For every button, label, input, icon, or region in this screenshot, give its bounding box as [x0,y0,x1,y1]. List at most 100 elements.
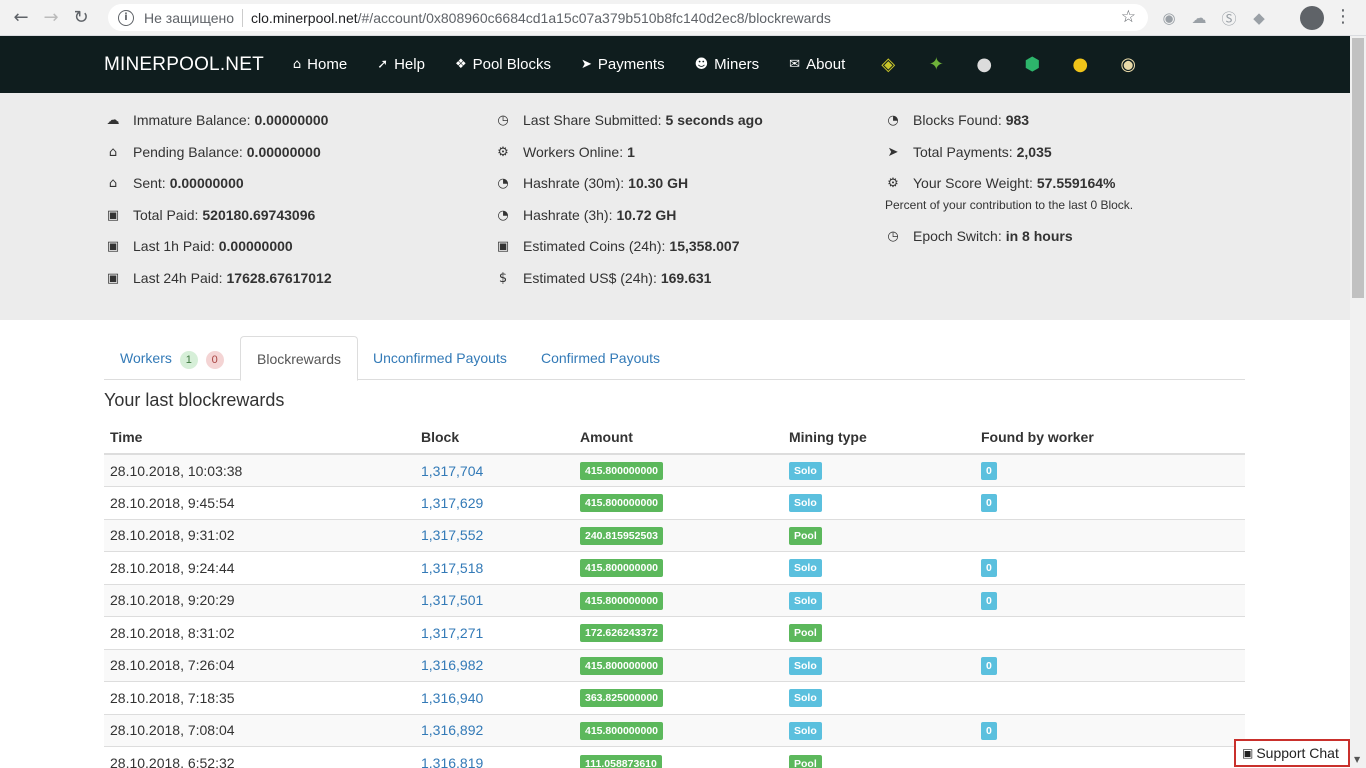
stat-label: Pending Balance: [133,144,243,160]
worker-label: 0 [981,721,997,740]
cell-block-link[interactable]: 1,316,940 [415,681,574,714]
stat-value: in 8 hours [1005,228,1073,244]
cell-found-by-worker: 0 [975,486,1245,519]
cell-amount: 415.800000000 [574,713,783,747]
cell-mining-type: Pool [783,616,975,649]
tab-workers[interactable]: Workers 1 0 [104,336,240,380]
dashboard-icon: ◔ [887,112,899,128]
cell-amount: 363.825000000 [574,681,783,714]
reload-icon[interactable]: ↻ [66,3,96,33]
gears-icon: ⚙ [887,175,899,191]
url-separator [242,8,243,27]
coin-yellow-icon[interactable]: ● [1068,53,1092,77]
cell-time: 28.10.2018, 7:26:04 [104,648,415,682]
account-stats-panel: ☁ Immature Balance: 0.00000000 ⌂ Pending Ba… [0,93,1350,320]
scrollbar-thumb[interactable] [1352,38,1364,298]
nav-home[interactable]: ⌂ Home [278,56,362,73]
cell-block-link[interactable]: 1,317,629 [415,486,574,519]
cloud-extension-icon[interactable]: ☁ [1188,7,1210,29]
nav-pool-blocks[interactable]: ❖ Pool Blocks [440,56,566,73]
money-icon: ▣ [496,238,510,254]
cell-mining-type: Solo [783,648,975,682]
cell-block-link[interactable]: 1,316,892 [415,713,574,747]
stat-label: Workers Online: [523,144,624,160]
extension-icon[interactable]: ◉ [1158,7,1180,29]
coin-whale-icon[interactable]: ● [972,53,996,77]
cell-found-by-worker [975,616,1245,649]
stat-value: 0.00000000 [246,144,321,160]
scroll-down-arrow-icon[interactable]: ▼ [1354,755,1360,764]
account-tabs: Workers 1 0 Blockrewards Unconfirmed Pay… [104,336,1245,381]
amount-label: 363.825000000 [580,689,663,708]
cell-found-by-worker [975,681,1245,714]
tab-workers-label: Workers [120,350,172,366]
worker-label: 0 [981,559,997,578]
nav-help[interactable]: ➚ Help [362,56,440,73]
coin-star-icon[interactable]: ✦ [924,53,948,77]
stat-label: Immature Balance: [133,112,251,128]
main-content: Workers 1 0 Blockrewards Unconfirmed Pay… [0,320,1350,768]
skype-extension-icon[interactable]: Ⓢ [1218,7,1240,29]
tab-confirmed-payouts[interactable]: Confirmed Payouts [525,336,676,380]
cell-block-link[interactable]: 1,317,501 [415,583,574,617]
tab-blockrewards[interactable]: Blockrewards [240,336,359,381]
stat-value: 2,035 [1016,144,1052,160]
score-weight-note: Percent of your contribution to the last… [885,198,1134,212]
cloud-icon: ☁ [106,112,120,128]
stat-epoch-switch: ◷ Epoch Switch: in 8 hours [884,228,1073,244]
table-row: 28.10.2018, 7:08:04 1,316,892 415.80000000… [104,713,1245,747]
cell-block-link[interactable]: 1,316,982 [415,648,574,682]
nav-about[interactable]: ✉ About [774,56,860,73]
cubes-icon: ❖ [454,57,467,72]
stat-label: Estimated US$ (24h): [523,270,657,286]
tab-unconfirmed-payouts[interactable]: Unconfirmed Payouts [357,336,523,380]
cell-time: 28.10.2018, 9:24:44 [104,551,415,584]
page-scrollbar[interactable]: ▼ [1350,36,1366,768]
cell-mining-type: Solo [783,583,975,617]
clock-icon: ◷ [887,228,899,244]
nav-miners-label: Miners [714,56,760,73]
address-bar[interactable]: i Не защищено clo.minerpool.net/#/accoun… [108,4,1148,31]
col-header-amount: Amount [574,420,783,455]
table-row: 28.10.2018, 9:31:02 1,317,552 240.81595250… [104,518,1245,552]
shield-extension-icon[interactable]: ◆ [1248,7,1270,29]
url-text[interactable]: clo.minerpool.net/#/account/0x808960c668… [251,10,831,26]
url-path: /#/account/0x808960c6684cd1a15c07a379b51… [357,9,831,26]
cell-block-link[interactable]: 1,316,819 [415,746,574,768]
cell-block-link[interactable]: 1,317,552 [415,518,574,552]
site-brand[interactable]: MINERPOOL.NET [104,54,264,76]
cell-block-link[interactable]: 1,317,518 [415,551,574,584]
table-row: 28.10.2018, 8:31:02 1,317,271 172.62624337… [104,616,1245,649]
mining-type-label: Solo [789,559,822,578]
mining-type-label: Solo [789,591,822,610]
nav-payments-label: Payments [597,56,665,73]
stat-label: Sent: [133,175,166,191]
support-chat-label: Support Chat [1256,745,1339,761]
nav-about-label: About [806,56,846,73]
stat-value: 0.00000000 [169,175,244,191]
coin-diamond-icon[interactable]: ◈ [876,53,900,77]
support-chat-button[interactable]: ▣ Support Chat [1234,739,1350,767]
cell-block-link[interactable]: 1,317,704 [415,453,574,487]
forward-icon[interactable]: → [36,3,66,33]
money-icon: ▣ [106,207,120,223]
clock-icon: ◷ [497,112,509,128]
profile-avatar[interactable] [1300,6,1324,30]
stat-label: Last Share Submitted: [523,112,662,128]
coin-round-icon[interactable]: ◉ [1116,53,1140,77]
cell-time: 28.10.2018, 9:20:29 [104,583,415,617]
browser-menu-icon[interactable]: ⋮ [1334,6,1352,27]
nav-payments[interactable]: ➤ Payments [566,56,680,73]
info-icon[interactable]: i [118,9,134,26]
stat-value: 520180.69743096 [202,207,316,223]
nav-help-label: Help [394,56,425,73]
back-icon[interactable]: ← [6,3,36,33]
cell-block-link[interactable]: 1,317,271 [415,616,574,649]
cell-found-by-worker: 0 [975,713,1245,747]
cell-mining-type: Pool [783,518,975,552]
nav-miners[interactable]: ☻ Miners [680,56,775,73]
stat-score-weight: ⚙ Your Score Weight: 57.559164% [884,175,1115,191]
table-row: 28.10.2018, 6:52:32 1,316,819 111.05887361… [104,746,1245,768]
coin-cube-icon[interactable]: ⬢ [1020,53,1044,77]
bookmark-star-icon[interactable]: ☆ [1121,7,1136,27]
